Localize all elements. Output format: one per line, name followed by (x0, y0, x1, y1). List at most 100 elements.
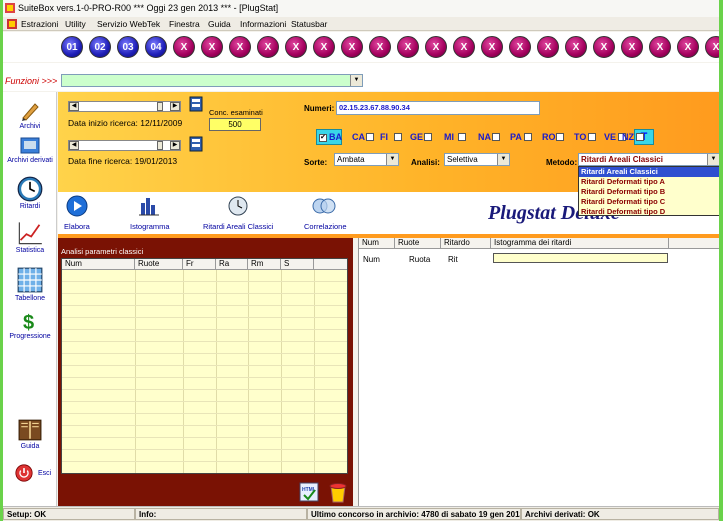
table-row[interactable] (62, 450, 347, 462)
empty-slot-button[interactable]: X (537, 36, 559, 58)
empty-slot-button[interactable]: X (677, 36, 699, 58)
ruota-mi-checkbox[interactable] (458, 133, 466, 141)
metodo-option[interactable]: Ritardi Deformati tipo D (579, 207, 719, 217)
col-header-ruote[interactable]: Ruote (135, 259, 183, 270)
conc-field[interactable]: 500 (209, 118, 261, 131)
ruota-ve-label[interactable]: VE (604, 132, 616, 142)
table-row[interactable] (62, 390, 347, 402)
empty-slot-button[interactable]: X (593, 36, 615, 58)
arrow-right-icon[interactable]: ▶ (170, 141, 180, 150)
number-button-02[interactable]: 02 (89, 36, 111, 58)
trash-icon[interactable] (328, 481, 348, 503)
col-header-istogramma[interactable]: Istogramma dei ritardi (491, 238, 669, 249)
ruota-ro-label[interactable]: RO (542, 132, 556, 142)
data-fine-slider[interactable]: ◀ ▶ (68, 140, 181, 151)
number-button-01[interactable]: 01 (61, 36, 83, 58)
table-row[interactable] (62, 342, 347, 354)
ruota-ca-label[interactable]: CA (352, 132, 365, 142)
empty-slot-button[interactable]: X (481, 36, 503, 58)
sidebar-item-progressione[interactable]: $ Progressione (3, 310, 57, 340)
ruota-ge-checkbox[interactable] (424, 133, 432, 141)
ruota-ca-checkbox[interactable] (366, 133, 374, 141)
table-row[interactable] (62, 318, 347, 330)
metodo-option[interactable]: Ritardi Deformati tipo B (579, 187, 719, 197)
table-row[interactable] (62, 306, 347, 318)
menu-utility[interactable]: Utility (65, 19, 86, 29)
ruota-pa-label[interactable]: PA (510, 132, 522, 142)
archive-stack-icon[interactable] (188, 136, 204, 152)
metodo-option[interactable]: Ritardi Deformati tipo C (579, 197, 719, 207)
table-row[interactable] (62, 270, 347, 282)
col-header-ritardo[interactable]: Ritardo (441, 238, 491, 249)
table-row[interactable] (62, 438, 347, 450)
menu-servizio-webtek[interactable]: Servizio WebTek (97, 19, 160, 29)
empty-slot-button[interactable]: X (705, 36, 719, 58)
ruota-na-checkbox[interactable] (492, 133, 500, 141)
col-header-s[interactable]: S (281, 259, 314, 270)
col-header-ruote[interactable]: Ruote (395, 238, 441, 249)
table-row[interactable] (62, 462, 347, 473)
sidebar-item-archivi-derivati[interactable]: Archivi derivati (3, 134, 57, 164)
number-button-04[interactable]: 04 (145, 36, 167, 58)
data-inizio-slider[interactable]: ◀ ▶ (68, 101, 181, 112)
menu-statusbar[interactable]: Statusbar (291, 19, 327, 29)
title-bar[interactable]: SuiteBox vers.1-0-PRO-R00 *** Oggi 23 ge… (3, 0, 719, 17)
arrow-left-icon[interactable]: ◀ (69, 141, 79, 150)
table-row[interactable] (62, 354, 347, 366)
elabora-button[interactable]: Elabora (64, 195, 104, 231)
metodo-option[interactable]: Ritardi Areali Classici (579, 167, 719, 177)
menu-estrazioni[interactable]: Estrazioni (21, 19, 58, 29)
analisi-select[interactable]: Selettiva ▼ (444, 153, 510, 166)
empty-slot-button[interactable]: X (341, 36, 363, 58)
ruota-ba-toggle[interactable]: ✔ BA (316, 129, 342, 145)
ruota-fi-label[interactable]: FI (380, 132, 388, 142)
col-header-num[interactable]: Num (62, 259, 135, 270)
empty-slot-button[interactable]: X (565, 36, 587, 58)
ritardi-areali-button[interactable]: Ritardi Areali Classici (199, 195, 279, 231)
number-button-03[interactable]: 03 (117, 36, 139, 58)
empty-slot-button[interactable]: X (201, 36, 223, 58)
ruota-nz-checkbox[interactable] (636, 133, 644, 141)
ruota-to-label[interactable]: TO (574, 132, 586, 142)
sidebar-item-guida[interactable]: Guida (3, 418, 57, 450)
empty-slot-button[interactable]: X (621, 36, 643, 58)
arrow-right-icon[interactable]: ▶ (170, 102, 180, 111)
ruota-pa-checkbox[interactable] (524, 133, 532, 141)
mdi-icon[interactable] (7, 19, 17, 29)
col-header-rm[interactable]: Rm (248, 259, 281, 270)
empty-slot-button[interactable]: X (173, 36, 195, 58)
sidebar-item-statistica[interactable]: Statistica (3, 220, 57, 254)
metodo-option[interactable]: Ritardi Deformati tipo A (579, 177, 719, 187)
slider-thumb[interactable] (157, 141, 163, 150)
sorte-select[interactable]: Ambata ▼ (334, 153, 399, 166)
sidebar-item-ritardi[interactable]: Ritardi (3, 176, 57, 210)
ruota-ro-checkbox[interactable] (556, 133, 564, 141)
empty-slot-button[interactable]: X (257, 36, 279, 58)
archive-stack-icon[interactable] (188, 96, 204, 112)
ruota-ge-label[interactable]: GE (410, 132, 423, 142)
empty-slot-button[interactable]: X (369, 36, 391, 58)
menu-informazioni[interactable]: Informazioni (240, 19, 286, 29)
table-row[interactable] (62, 366, 347, 378)
empty-slot-button[interactable]: X (453, 36, 475, 58)
col-header-ra[interactable]: Ra (216, 259, 248, 270)
ruota-to-checkbox[interactable] (588, 133, 596, 141)
empty-slot-button[interactable]: X (313, 36, 335, 58)
numeri-input[interactable]: 02.15.23.67.88.90.34 (336, 101, 540, 115)
html-export-icon[interactable]: HTML (299, 482, 319, 502)
table-row[interactable] (62, 294, 347, 306)
empty-slot-button[interactable]: X (649, 36, 671, 58)
table-row[interactable] (62, 402, 347, 414)
sidebar-item-tabellone[interactable]: Tabellone (3, 266, 57, 302)
col-header-num[interactable]: Num (359, 238, 395, 249)
table-row[interactable] (62, 330, 347, 342)
table-row[interactable] (62, 378, 347, 390)
empty-slot-button[interactable]: X (285, 36, 307, 58)
col-header-fr[interactable]: Fr (183, 259, 216, 270)
empty-slot-button[interactable]: X (229, 36, 251, 58)
empty-slot-button[interactable]: X (397, 36, 419, 58)
ruota-nz-label[interactable]: NZ (622, 132, 634, 142)
correlazione-button[interactable]: Correlazione (302, 195, 352, 231)
menu-finestra[interactable]: Finestra (169, 19, 200, 29)
empty-slot-button[interactable]: X (425, 36, 447, 58)
